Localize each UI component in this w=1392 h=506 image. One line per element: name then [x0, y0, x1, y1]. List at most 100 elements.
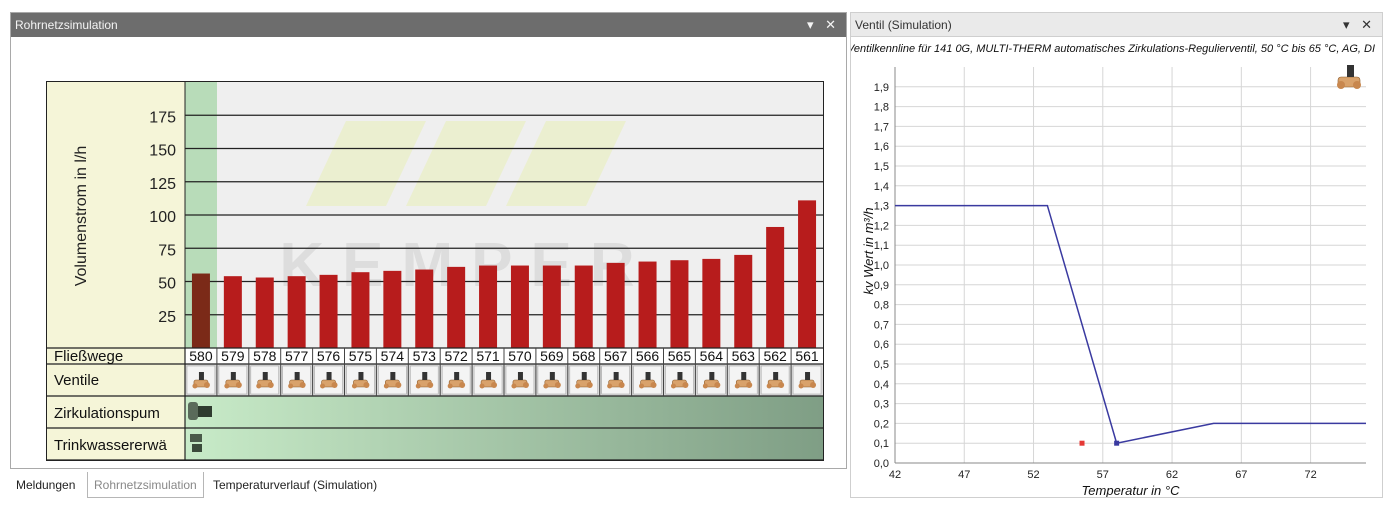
valve-port	[670, 383, 676, 389]
pump-body	[188, 402, 198, 420]
y-tick-label: 0,6	[874, 339, 889, 351]
valve-port	[607, 383, 613, 389]
panel-close-icon[interactable]: ✕	[825, 17, 840, 32]
valve-actuator	[677, 372, 683, 380]
y-tick-label: 0,8	[874, 300, 889, 312]
rohrnetz-titlebar: Rohrnetzsimulation ▾ ✕	[11, 13, 846, 37]
valve-port	[363, 382, 370, 388]
fliessweg-label-563: 563	[732, 348, 756, 364]
valve-actuator	[741, 372, 747, 380]
bar-561[interactable]	[798, 200, 817, 348]
fliessweg-label-562: 562	[763, 348, 787, 364]
panel-menu-dropdown-icon[interactable]: ▾	[1343, 17, 1354, 32]
valve-port	[479, 383, 485, 389]
x-tick-label: 57	[1097, 469, 1109, 481]
fliessweg-label-579: 579	[221, 348, 245, 364]
valve-port	[810, 382, 817, 388]
bar-580[interactable]	[191, 273, 210, 348]
valve-port	[1353, 81, 1361, 89]
y-tick-label: 1,5	[874, 161, 889, 173]
valve-port	[682, 382, 689, 388]
row-label: Ventile	[54, 372, 99, 389]
heater-part	[190, 434, 202, 442]
valve-port	[395, 382, 402, 388]
valve-port	[331, 382, 338, 388]
valve-port	[650, 382, 657, 388]
valve-port	[702, 383, 708, 389]
panel-close-icon[interactable]: ✕	[1361, 17, 1376, 32]
bar-570[interactable]	[510, 265, 529, 348]
bar-571[interactable]	[479, 265, 498, 348]
ventil-titlebar: Ventil (Simulation) ▾ ✕	[851, 13, 1382, 37]
y-tick-label: 0,3	[874, 399, 889, 411]
y-tick-label: 1,4	[874, 181, 889, 193]
valve-port	[491, 382, 498, 388]
y-tick-label: 1,6	[874, 141, 889, 153]
bar-569[interactable]	[542, 265, 561, 348]
x-tick-label: 62	[1166, 469, 1178, 481]
valve-actuator	[422, 372, 428, 380]
valve-port	[714, 382, 721, 388]
valve-actuator	[198, 372, 204, 380]
valve-port	[746, 382, 753, 388]
valve-actuator	[486, 372, 492, 380]
row-label: Fließwege	[54, 348, 123, 365]
fliessweg-label-564: 564	[700, 348, 724, 364]
y-tick-label: 50	[158, 276, 176, 293]
y-tick-label: 125	[149, 176, 176, 193]
pump-motor	[198, 406, 212, 417]
rohrnetz-title: Rohrnetzsimulation	[15, 18, 118, 32]
x-tick-label: 72	[1304, 469, 1316, 481]
valve-port	[798, 383, 804, 389]
bar-575[interactable]	[351, 272, 370, 348]
bar-562[interactable]	[766, 226, 785, 348]
bar-576[interactable]	[319, 274, 338, 348]
valve-port	[522, 382, 529, 388]
valve-port	[766, 383, 772, 389]
valve-port	[415, 383, 421, 389]
valve-actuator	[645, 372, 651, 380]
valve-port	[586, 382, 593, 388]
valve-actuator	[613, 372, 619, 380]
rohrnetz-panel: Rohrnetzsimulation ▾ ✕ KEMPER 25 50 75 100 12…	[10, 12, 847, 469]
bar-566[interactable]	[638, 261, 657, 348]
valve-port	[427, 382, 434, 388]
tab-rohrnetzsimulation[interactable]: Rohrnetzsimulation	[87, 472, 204, 498]
bar-567[interactable]	[606, 262, 625, 348]
fliessweg-label-580: 580	[189, 348, 213, 364]
valve-port	[351, 383, 357, 389]
bar-572[interactable]	[447, 266, 466, 348]
fliessweg-label-571: 571	[476, 348, 500, 364]
x-tick-label: 67	[1235, 469, 1247, 481]
valve-port	[447, 383, 453, 389]
valve-port	[383, 383, 389, 389]
y-tick-label: 25	[158, 309, 176, 326]
fliessweg-label-575: 575	[349, 348, 373, 364]
fliessweg-label-569: 569	[540, 348, 564, 364]
fliessweg-label-578: 578	[253, 348, 277, 364]
bar-574[interactable]	[383, 270, 402, 348]
y-tick-label: 100	[149, 209, 176, 226]
valve-actuator	[1347, 65, 1354, 77]
tab-temperaturverlauf[interactable]: Temperaturverlauf (Simulation)	[207, 472, 383, 498]
valve-port	[734, 383, 740, 389]
valve-actuator	[549, 372, 555, 380]
bar-568[interactable]	[574, 265, 593, 348]
bar-564[interactable]	[702, 258, 721, 348]
x-tick-label: 42	[889, 469, 901, 481]
fliessweg-label-567: 567	[604, 348, 628, 364]
bar-565[interactable]	[670, 260, 689, 348]
bar-579[interactable]	[223, 276, 242, 348]
panel-menu-dropdown-icon[interactable]: ▾	[807, 17, 818, 32]
valve-actuator	[581, 372, 587, 380]
bar-573[interactable]	[415, 269, 434, 348]
y-tick-label: 0,5	[874, 359, 889, 371]
tab-meldungen[interactable]: Meldungen	[10, 472, 81, 498]
bar-578[interactable]	[255, 277, 274, 348]
operating-point-marker	[1114, 440, 1120, 446]
y-tick-label: 0,1	[874, 438, 889, 450]
bar-563[interactable]	[734, 254, 753, 348]
y-axis-title: kv Wert in m³/h	[861, 207, 876, 294]
ventil-panel: Ventil (Simulation) ▾ ✕ Ventilkennline f…	[850, 12, 1383, 498]
bar-577[interactable]	[287, 276, 306, 348]
